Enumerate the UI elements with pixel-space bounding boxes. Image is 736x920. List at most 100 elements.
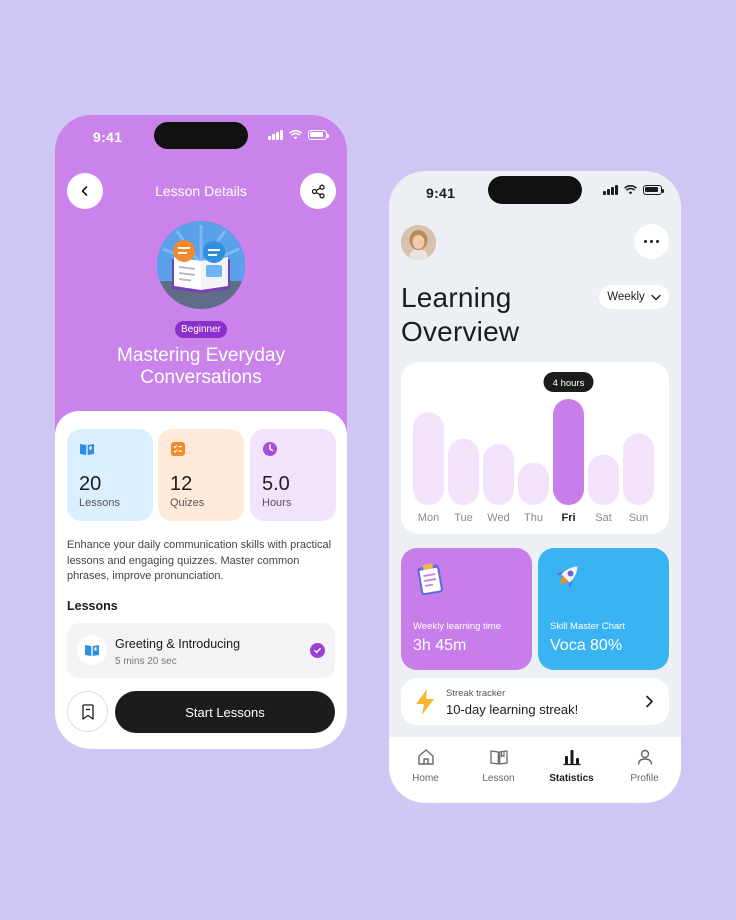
streak-tracker-card[interactable]: Streak tracker 10-day learning streak! [401,678,669,725]
course-cover-illustration [157,221,245,309]
more-dot [643,239,648,244]
skill-master-chart-card[interactable]: Skill Master Chart Voca 80% [538,548,669,670]
bookmark-button[interactable] [67,691,108,732]
avatar[interactable] [401,225,436,260]
tile-label: Skill Master Chart [550,621,625,632]
tab-statistics[interactable]: Statistics [535,747,608,784]
chart-bar-sun[interactable] [623,433,654,505]
streak-label: Streak tracker [446,688,506,699]
dynamic-island [488,176,582,204]
chart-bar-tue[interactable] [448,438,479,505]
period-label: Weekly [607,291,645,303]
open-book-chat-icon [157,221,245,309]
more-dot [655,239,660,244]
title-line: Learning [401,282,512,313]
tile-label: Weekly learning time [413,621,502,632]
status-time: 9:41 [426,185,456,201]
cellular-signal-icon [268,130,283,140]
weekly-learning-chart: Mon Tue Wed Thu Fri 4 hours Sat Sun [401,362,669,534]
stat-label: Hours [262,497,292,509]
chart-x-label: Sun [629,512,649,524]
page-title: Lesson Details [155,183,247,199]
chart-tooltip-label: 4 hours [553,378,585,389]
lesson-item[interactable]: Greeting & Introducing 5 mins 20 sec [67,623,335,678]
tab-home[interactable]: Home [389,747,462,784]
status-icons [603,185,664,195]
streak-value: 10-day learning streak! [446,702,579,717]
wifi-icon [288,130,302,140]
learning-overview-screen: 9:41 Learning Overview Weekly Mon Tue Wed T… [389,171,681,803]
chevron-left-icon [81,186,88,196]
course-title: Mastering Everyday Conversations [117,345,285,388]
bookmark-icon [81,703,94,720]
chart-x-label: Sat [595,512,612,524]
bar-chart: Mon Tue Wed Thu Fri 4 hours Sat Sun [413,372,654,524]
wifi-icon [623,185,637,195]
stat-value: 20 [79,473,102,495]
chart-bar-wed[interactable] [483,444,514,505]
lesson-icon [77,635,107,665]
bar-chart-icon [563,750,580,766]
book-icon [489,750,508,765]
more-options-button[interactable] [634,224,669,259]
book-icon [80,444,94,455]
battery-icon [642,185,664,195]
stat-label: Lessons [79,497,120,509]
stat-label: Quizes [170,497,205,509]
status-bar: 9:41 [389,171,681,211]
tab-label: Profile [630,773,659,784]
user-photo [401,225,436,260]
clock-icon [263,442,277,456]
tab-lesson[interactable]: Lesson [462,747,535,784]
chart-x-label: Mon [418,512,439,524]
share-button[interactable] [300,173,336,209]
lesson-details-screen: 9:41 Lesson Details Beginner Mastering E… [55,115,347,749]
tab-label: Home [412,773,439,784]
chart-bar-mon[interactable] [413,412,444,505]
lesson-title: Greeting & Introducing [115,637,241,651]
period-dropdown[interactable]: Weekly [599,285,669,309]
clipboard-icon [417,563,443,596]
course-description: Enhance your daily communication skills … [67,539,332,582]
cellular-signal-icon [603,185,618,195]
user-icon [637,749,652,765]
tab-label: Lesson [482,773,515,784]
stat-card-quizes: 12 Quizes [158,429,244,521]
book-icon [85,645,99,656]
chart-bar-sat[interactable] [588,454,619,505]
chart-bar-fri[interactable] [553,399,584,505]
start-lessons-button[interactable]: Start Lessons [115,691,335,733]
chart-x-label: Fri [561,512,575,524]
back-button[interactable] [67,173,103,209]
tile-value: 3h 45m [413,637,467,654]
stat-value: 12 [170,473,193,495]
status-icons [268,130,329,140]
chart-bar-thu[interactable] [518,462,549,505]
title-line: Overview [401,316,520,347]
bottom-tab-bar: Home Lesson Statistics Profile [389,737,681,803]
page-title: Learning Overview [401,281,519,349]
chart-x-label: Wed [487,512,509,524]
tab-profile[interactable]: Profile [608,747,681,784]
stat-value: 5.0 [262,473,290,495]
weekly-learning-time-card[interactable]: Weekly learning time 3h 45m [401,548,532,670]
dynamic-island [154,122,248,149]
battery-icon [307,130,329,140]
chart-x-label: Tue [454,512,473,524]
tile-value: Voca 80% [550,637,623,654]
status-bar: 9:41 [55,115,347,155]
level-badge: Beginner [175,321,227,338]
share-icon [311,184,325,198]
rocket-icon [556,566,578,588]
lightning-icon [416,689,434,715]
lessons-heading: Lessons [67,599,118,613]
chevron-down-icon [651,294,661,300]
stat-card-hours: 5.0 Hours [250,429,336,521]
home-icon [417,749,434,765]
status-time: 9:41 [93,129,123,145]
stat-card-lessons: 20 Lessons [67,429,153,521]
chevron-right-icon [646,695,653,708]
tab-label: Statistics [549,773,594,784]
lesson-duration: 5 mins 20 sec [115,656,177,667]
chart-x-label: Thu [524,512,543,524]
